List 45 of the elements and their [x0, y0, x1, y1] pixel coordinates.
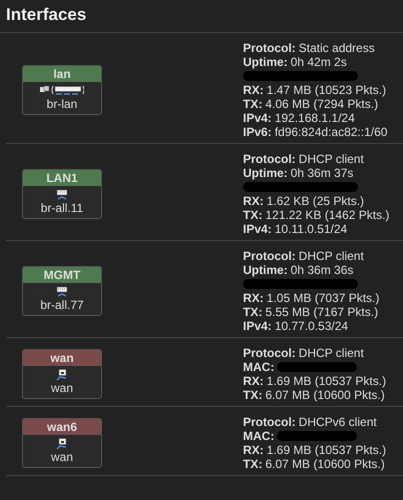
detail-line: TX: 5.55 MB (7167 Pkts.)	[243, 305, 380, 319]
switch-icon	[56, 286, 68, 298]
detail-line: Uptime: 0h 36m 36s	[243, 263, 354, 277]
detail-line: Uptime: 0h 42m 2s	[243, 55, 348, 69]
section-title: Interfaces	[0, 0, 403, 33]
detail-line: Protocol: DHCP client	[243, 346, 365, 360]
detail-line: RX: 1.47 MB (10523 Pkts.)	[243, 83, 388, 97]
detail-line: TX: 4.06 MB (7294 Pkts.)	[243, 97, 380, 111]
bridge-icon	[40, 85, 84, 97]
detail-line: RX: 1.69 MB (10537 Pkts.)	[243, 443, 386, 457]
device-name: br-lan	[46, 97, 78, 111]
interface-badge[interactable]: wan wan	[22, 349, 102, 399]
detail-line: IPv4: 10.77.0.53/24	[243, 319, 350, 333]
detail-line: IPv6: fd96:824d:ac82::1/60	[243, 125, 388, 139]
switch-icon	[56, 189, 68, 201]
interface-badge[interactable]: MGMT br-all.77	[22, 266, 102, 316]
detail-line: IPv4: 10.11.0.51/24	[243, 222, 348, 236]
detail-line: TX: 6.07 MB (10600 Pkts.)	[243, 388, 386, 402]
detail-line: Protocol: Static address	[243, 41, 376, 55]
device-name: br-all.77	[40, 298, 84, 312]
detail-label: MAC:	[243, 428, 274, 444]
detail-line: TX: 121.22 KB (1462 Pkts.)	[243, 208, 390, 222]
device-name: br-all.11	[40, 201, 84, 215]
detail-line: Protocol: DHCP client	[243, 249, 365, 263]
interface-badge[interactable]: wan6 wan	[22, 418, 102, 468]
detail-line: Protocol: DHCPv6 client	[243, 415, 378, 429]
device-name: wan	[50, 381, 73, 395]
detail-line: RX: 1.05 MB (7037 Pkts.)	[243, 291, 380, 305]
interface-name: wan	[23, 350, 101, 366]
detail-line: TX: 6.07 MB (10600 Pkts.)	[243, 457, 386, 471]
detail-label: MAC:	[243, 360, 274, 374]
interface-badge[interactable]: LAN1 br-all.11	[22, 169, 102, 219]
detail-line: RX: 1.62 KB (25 Pkts.)	[243, 194, 366, 208]
interface-name: wan6	[23, 419, 101, 435]
interface-badge[interactable]: lan br-lan	[22, 65, 102, 115]
network-port-icon	[56, 369, 68, 381]
network-port-icon	[56, 438, 68, 450]
interface-name: MGMT	[23, 267, 101, 283]
detail-line: Protocol: DHCP client	[243, 152, 365, 166]
detail-line: RX: 1.69 MB (10537 Pkts.)	[243, 374, 386, 388]
interface-name: LAN1	[23, 170, 101, 186]
interface-name: lan	[23, 66, 101, 82]
device-name: wan	[50, 450, 73, 464]
detail-line: IPv4: 192.168.1.1/24	[243, 111, 356, 125]
detail-line: Uptime: 0h 36m 37s	[243, 166, 354, 180]
